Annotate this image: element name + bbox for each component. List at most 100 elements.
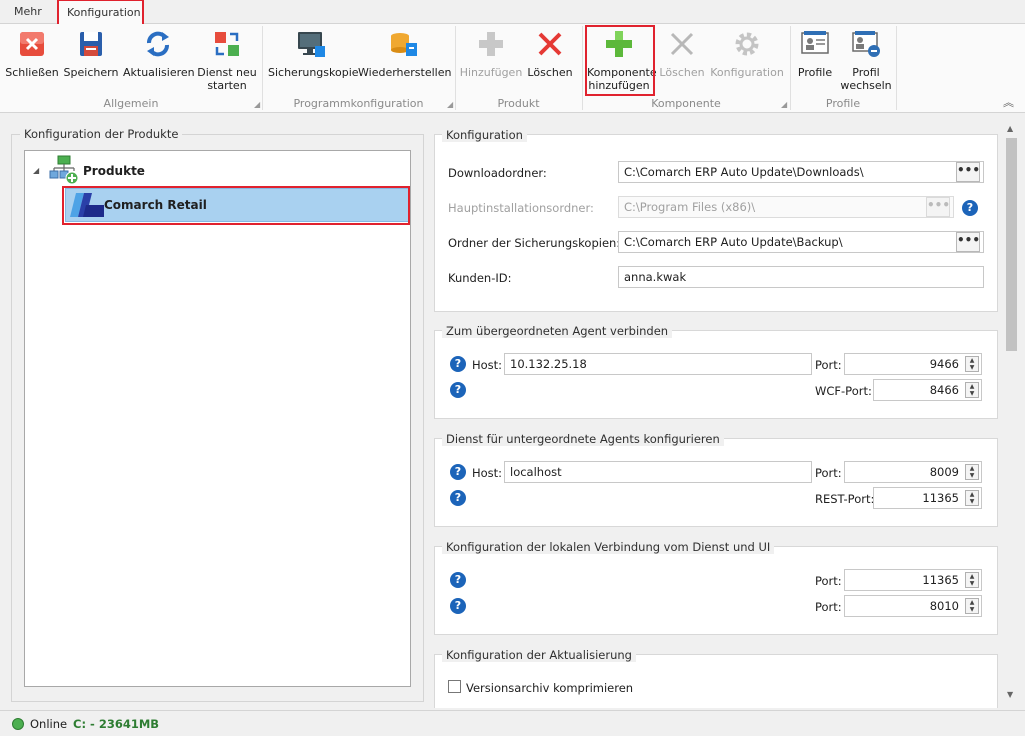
child-rest-label: REST-Port:: [815, 492, 875, 506]
child-port-value: 8009: [929, 465, 959, 479]
gear-icon: [735, 32, 759, 56]
restart-label-1: Dienst neu: [197, 66, 257, 79]
local-connection-title: Konfiguration der lokalen Verbindung vom…: [442, 540, 775, 554]
parent-port-value: 9466: [929, 357, 959, 371]
update-title: Konfiguration der Aktualisierung: [442, 648, 636, 662]
product-tree[interactable]: ◢ Produkte Comarch Retail: [24, 150, 411, 687]
spinner-buttons[interactable]: ▲ ▼: [965, 572, 979, 588]
local-port2-label: Port:: [815, 600, 842, 614]
download-folder-input[interactable]: C:\Comarch ERP Auto Update\Downloads\: [618, 161, 984, 183]
spinner-buttons[interactable]: ▲ ▼: [965, 356, 979, 372]
customer-id-input[interactable]: anna.kwak: [618, 266, 984, 288]
child-agents-title: Dienst für untergeordnete Agents konfigu…: [442, 432, 724, 446]
browse-download-button[interactable]: •••: [956, 162, 980, 182]
restore-button[interactable]: Wiederherstellen: [358, 28, 451, 98]
group-expand-icon[interactable]: ◢: [447, 100, 453, 109]
help-icon[interactable]: ?: [450, 572, 466, 588]
help-icon[interactable]: ?: [962, 200, 978, 216]
child-rest-value: 11365: [922, 491, 959, 505]
spin-up-icon[interactable]: ▲: [966, 357, 978, 364]
spin-down-icon[interactable]: ▼: [966, 580, 978, 587]
spin-up-icon[interactable]: ▲: [966, 573, 978, 580]
spin-up-icon[interactable]: ▲: [966, 465, 978, 472]
restart-service-button[interactable]: Dienst neu starten: [197, 28, 257, 98]
spinner-buttons[interactable]: ▲ ▼: [965, 464, 979, 480]
scroll-up-icon[interactable]: ▲: [1007, 124, 1013, 133]
product-config-title: Konfiguration der Produkte: [20, 127, 183, 141]
group-expand-icon[interactable]: ◢: [781, 100, 787, 109]
child-port-spinner[interactable]: 8009 ▲ ▼: [844, 461, 982, 483]
spin-up-icon[interactable]: ▲: [966, 599, 978, 606]
product-delete-button[interactable]: Löschen: [526, 28, 574, 98]
save-icon: [80, 32, 102, 56]
parent-host-input[interactable]: 10.132.25.18: [504, 353, 812, 375]
tree-item-comarch-retail[interactable]: Comarch Retail: [65, 188, 410, 222]
spinner-buttons[interactable]: ▲ ▼: [965, 382, 979, 398]
browse-backup-button[interactable]: •••: [956, 232, 980, 252]
delete-x-icon: [670, 32, 694, 56]
parent-port-label: Port:: [815, 358, 842, 372]
local-port2-spinner[interactable]: 8010 ▲ ▼: [844, 595, 982, 617]
local-port2-value: 8010: [929, 599, 959, 613]
add-component-label-1: Komponente: [587, 66, 657, 79]
ribbon: Schließen Speichern Aktualisieren Dienst…: [0, 24, 1025, 113]
status-bar: Online C: - 23641MB: [0, 710, 1025, 736]
parent-host-label: Host:: [472, 358, 503, 372]
component-config-button[interactable]: Konfiguration: [710, 28, 784, 98]
spin-up-icon[interactable]: ▲: [966, 383, 978, 390]
spin-down-icon[interactable]: ▼: [966, 390, 978, 397]
local-port1-spinner[interactable]: 11365 ▲ ▼: [844, 569, 982, 591]
group-label-produkt: Produkt: [497, 97, 540, 110]
vertical-scrollbar[interactable]: ▲ ▼: [1003, 122, 1020, 706]
tab-konfiguration[interactable]: Konfiguration: [58, 0, 143, 25]
tree-root-label: Produkte: [83, 164, 145, 178]
collapse-ribbon-icon[interactable]: ︽: [1003, 94, 1014, 110]
group-expand-icon[interactable]: ◢: [254, 100, 260, 109]
help-icon[interactable]: ?: [450, 356, 466, 372]
help-icon[interactable]: ?: [450, 598, 466, 614]
help-icon[interactable]: ?: [450, 490, 466, 506]
config-section-title: Konfiguration: [442, 128, 527, 142]
spin-down-icon[interactable]: ▼: [966, 364, 978, 371]
plus-icon: [479, 32, 503, 56]
add-component-label-2: hinzufügen: [588, 79, 650, 92]
spin-down-icon[interactable]: ▼: [966, 606, 978, 613]
compress-archive-checkbox[interactable]: [448, 680, 461, 693]
spinner-buttons[interactable]: ▲ ▼: [965, 490, 979, 506]
add-component-button[interactable]: Komponente hinzufügen: [587, 28, 657, 98]
spin-up-icon[interactable]: ▲: [966, 491, 978, 498]
product-add-button[interactable]: Hinzufügen: [459, 28, 523, 98]
parent-agent-title: Zum übergeordneten Agent verbinden: [442, 324, 673, 338]
scroll-down-icon[interactable]: ▼: [1007, 690, 1013, 699]
browse-install-button[interactable]: •••: [926, 197, 950, 217]
profile-label: Profile: [797, 66, 833, 79]
parent-port-spinner[interactable]: 9466 ▲ ▼: [844, 353, 982, 375]
tab-mehr[interactable]: Mehr: [6, 0, 50, 24]
spinner-buttons[interactable]: ▲ ▼: [965, 598, 979, 614]
restart-label-2: starten: [207, 79, 247, 92]
parent-wcf-label: WCF-Port:: [815, 384, 872, 398]
help-icon[interactable]: ?: [450, 464, 466, 480]
close-button[interactable]: Schließen: [4, 28, 60, 98]
save-button[interactable]: Speichern: [63, 28, 119, 98]
spin-down-icon[interactable]: ▼: [966, 472, 978, 479]
spin-down-icon[interactable]: ▼: [966, 498, 978, 505]
parent-wcf-value: 8466: [929, 383, 959, 397]
refresh-icon: [147, 31, 169, 57]
group-label-allgemein: Allgemein: [103, 97, 159, 110]
help-icon[interactable]: ?: [450, 382, 466, 398]
switch-profile-button[interactable]: Profil wechseln: [840, 28, 892, 98]
scrollbar-thumb[interactable]: [1006, 138, 1017, 351]
profile-button[interactable]: Profile: [794, 28, 836, 98]
install-folder-input[interactable]: C:\Program Files (x86)\: [618, 196, 954, 218]
backup-folder-input[interactable]: C:\Comarch ERP Auto Update\Backup\: [618, 231, 984, 253]
plus-icon: [606, 31, 632, 57]
child-host-input[interactable]: localhost: [504, 461, 812, 483]
tree-collapse-icon[interactable]: ◢: [33, 166, 39, 175]
parent-wcf-spinner[interactable]: 8466 ▲ ▼: [873, 379, 982, 401]
refresh-button[interactable]: Aktualisieren: [123, 28, 195, 98]
restore-icon: [391, 33, 417, 56]
component-delete-button[interactable]: Löschen: [658, 28, 706, 98]
backup-button[interactable]: Sicherungskopie: [268, 28, 359, 98]
child-rest-spinner[interactable]: 11365 ▲ ▼: [873, 487, 982, 509]
